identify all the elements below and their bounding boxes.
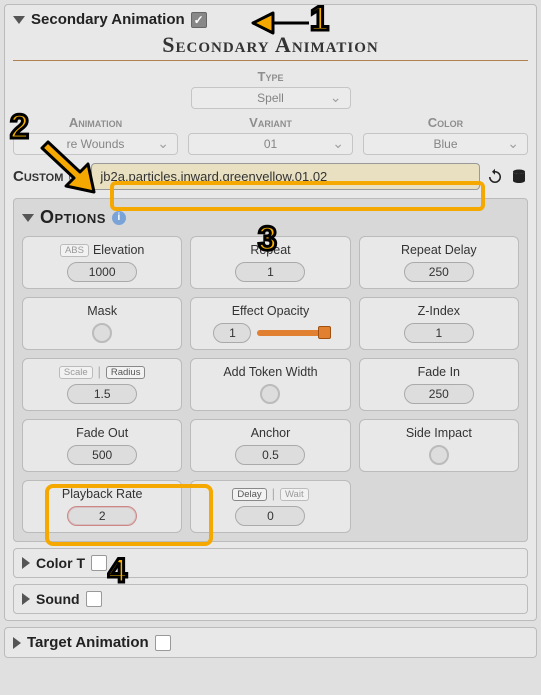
custom-label: Custom [13, 168, 63, 185]
variant-label: Variant [188, 115, 353, 130]
secondary-animation-panel: Secondary Animation ✓ Secondary Animatio… [4, 4, 537, 621]
animation-select[interactable]: re Wounds [13, 133, 178, 155]
database-icon[interactable] [510, 168, 528, 186]
radius-badge[interactable]: Radius [106, 366, 146, 379]
wait-badge[interactable]: Wait [280, 488, 309, 501]
secondary-animation-banner: Secondary Animation [13, 32, 528, 61]
options-panel: Options i ABSElevation 1000 Repeat 1 Rep… [13, 198, 528, 542]
sound-section-label: Sound [36, 591, 80, 607]
color-select[interactable]: Blue [363, 133, 528, 155]
animation-label: Animation [13, 115, 178, 130]
refresh-icon[interactable] [486, 168, 504, 186]
custom-checkbox[interactable]: ✓ [69, 169, 85, 185]
target-animation-panel: Target Animation [4, 627, 537, 658]
side-impact-card: Side Impact [359, 419, 519, 472]
color-subsection: Color T [13, 548, 528, 578]
target-animation-label: Target Animation [27, 634, 149, 651]
elevation-card: ABSElevation 1000 [22, 236, 182, 289]
target-animation-checkbox[interactable] [155, 635, 171, 651]
color-collapse-icon[interactable] [22, 557, 30, 569]
target-collapse-icon[interactable] [13, 637, 21, 649]
mask-toggle[interactable] [92, 323, 112, 343]
secondary-animation-checkbox[interactable]: ✓ [191, 12, 207, 28]
custom-path-input[interactable] [91, 163, 480, 190]
color-checkbox[interactable] [91, 555, 107, 571]
slider-thumb-icon[interactable] [318, 326, 331, 339]
abs-badge[interactable]: ABS [60, 244, 89, 257]
anchor-card: Anchor 0.5 [190, 419, 350, 472]
playback-rate-card: Playback Rate 2 [22, 480, 182, 533]
info-icon[interactable]: i [112, 211, 126, 225]
elevation-input[interactable]: 1000 [67, 262, 137, 282]
fade-out-input[interactable]: 500 [67, 445, 137, 465]
zindex-input[interactable]: 1 [404, 323, 474, 343]
repeat-card: Repeat 1 [190, 236, 350, 289]
token-width-toggle[interactable] [260, 384, 280, 404]
sound-checkbox[interactable] [86, 591, 102, 607]
delay-badge[interactable]: Delay [232, 488, 266, 501]
sound-collapse-icon[interactable] [22, 593, 30, 605]
color-section-label: Color T [36, 555, 85, 571]
secondary-animation-label: Secondary Animation [31, 11, 185, 28]
playback-rate-input[interactable]: 2 [67, 506, 137, 526]
variant-select[interactable]: 01 [188, 133, 353, 155]
fade-in-card: Fade In 250 [359, 358, 519, 411]
opacity-input[interactable]: 1 [213, 323, 251, 343]
zindex-card: Z-Index 1 [359, 297, 519, 350]
fade-in-input[interactable]: 250 [404, 384, 474, 404]
repeat-delay-card: Repeat Delay 250 [359, 236, 519, 289]
scale-badge[interactable]: Scale [59, 366, 93, 379]
options-collapse-icon[interactable] [22, 214, 34, 222]
opacity-slider[interactable] [257, 330, 327, 336]
mask-card: Mask [22, 297, 182, 350]
repeat-input[interactable]: 1 [235, 262, 305, 282]
sound-subsection: Sound [13, 584, 528, 614]
type-select[interactable]: Spell [191, 87, 351, 109]
scale-radius-input[interactable]: 1.5 [67, 384, 137, 404]
side-impact-toggle[interactable] [429, 445, 449, 465]
opacity-card: Effect Opacity 1 [190, 297, 350, 350]
fade-out-card: Fade Out 500 [22, 419, 182, 472]
options-label: Options [40, 207, 106, 228]
color-label: Color [363, 115, 528, 130]
scale-radius-card: Scale | Radius 1.5 [22, 358, 182, 411]
collapse-icon[interactable] [13, 16, 25, 24]
type-label: Type [13, 69, 528, 84]
repeat-delay-input[interactable]: 250 [404, 262, 474, 282]
delay-wait-input[interactable]: 0 [235, 506, 305, 526]
token-width-card: Add Token Width [190, 358, 350, 411]
delay-wait-card: Delay | Wait 0 [190, 480, 350, 533]
anchor-input[interactable]: 0.5 [235, 445, 305, 465]
